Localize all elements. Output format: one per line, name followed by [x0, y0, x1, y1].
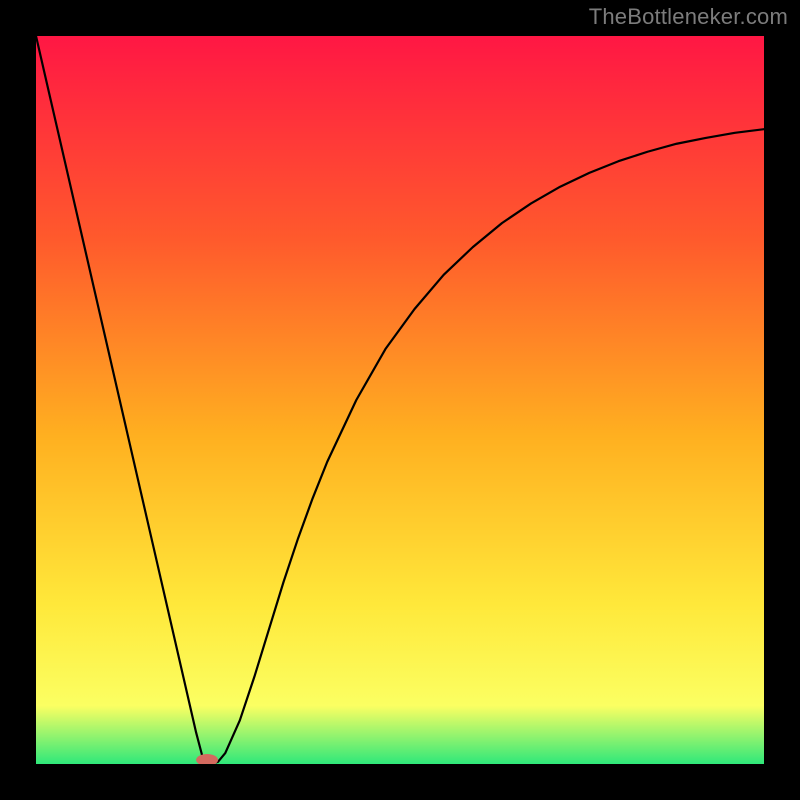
chart-frame: TheBottleneker.com: [0, 0, 800, 800]
bottleneck-chart: [36, 36, 764, 764]
plot-area: [36, 36, 764, 764]
gradient-background: [36, 36, 764, 764]
attribution-text: TheBottleneker.com: [589, 4, 788, 30]
